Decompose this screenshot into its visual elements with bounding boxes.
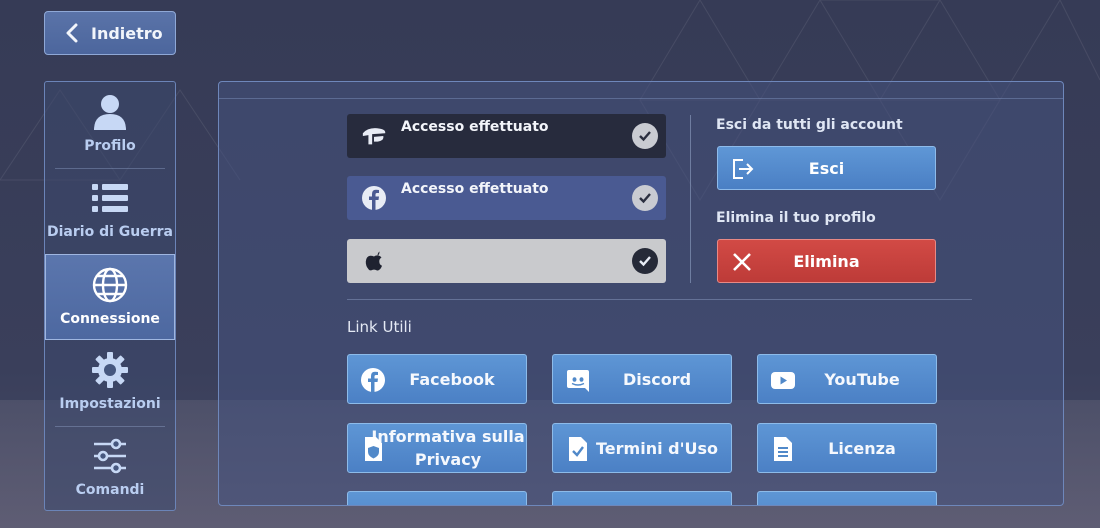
back-button[interactable]: Indietro [44,11,176,55]
close-icon [733,253,751,271]
link-label: YouTube [824,369,900,389]
discord-icon [567,370,589,392]
link-button-partial[interactable] [757,491,937,505]
sidebar: Profilo Diario di Guerra Connessione Imp… [44,81,176,511]
logout-icon [733,159,754,179]
sidebar-item-comandi[interactable]: Comandi [45,426,175,512]
account-row-game: Accesso effettuato [347,114,666,158]
vertical-divider [690,115,691,283]
back-button-label: Indietro [91,23,163,43]
youtube-icon [771,372,795,389]
sidebar-item-label: Comandi [75,482,145,498]
facebook-link-button[interactable]: Facebook [347,354,527,404]
gear-icon [90,350,130,390]
terms-link-button[interactable]: Termini d'Uso [552,423,732,473]
delete-button[interactable]: Elimina [717,239,936,283]
privacy-shield-icon [365,437,382,461]
panel-top-divider [219,98,1063,99]
sidebar-item-label: Impostazioni [59,396,161,412]
license-link-button[interactable]: Licenza [757,423,937,473]
horizontal-divider [347,299,972,300]
delete-profile-label: Elimina il tuo profilo [716,210,876,226]
document-check-icon [569,437,587,461]
apple-icon [361,248,387,274]
check-icon [632,185,658,211]
facebook-icon [361,185,387,211]
delete-button-label: Elimina [793,251,860,271]
game-logo-icon [361,123,387,149]
sidebar-item-profilo[interactable]: Profilo [45,82,175,168]
sliders-icon [90,436,130,476]
connection-panel: Accesso effettuato Accesso effettuato Es… [218,81,1064,506]
sidebar-item-label: Profilo [84,138,136,154]
sidebar-item-connessione[interactable]: Connessione [45,254,175,340]
facebook-icon [361,368,385,392]
check-icon [632,123,658,149]
link-button-partial[interactable] [347,491,527,505]
discord-link-button[interactable]: Discord [552,354,732,404]
sidebar-item-label: Diario di Guerra [47,224,173,240]
document-icon [774,437,792,461]
logout-label: Esci da tutti gli account [716,117,903,133]
logout-button[interactable]: Esci [717,146,936,190]
check-icon [632,248,658,274]
link-label: Discord [622,369,692,389]
sidebar-item-impostazioni[interactable]: Impostazioni [45,340,175,426]
sidebar-item-label: Connessione [60,311,160,327]
link-label: Licenza [828,438,896,458]
sidebar-item-diario-di-guerra[interactable]: Diario di Guerra [45,168,175,254]
globe-icon [90,265,130,305]
chevron-left-icon [66,23,78,43]
list-icon [90,178,130,218]
useful-links-title: Link Utili [347,318,412,336]
account-row-apple [347,239,666,283]
account-status: Accesso effettuato [401,119,549,135]
privacy-link-button[interactable]: Informativa sulla Privacy [347,423,527,473]
youtube-link-button[interactable]: YouTube [757,354,937,404]
link-button-partial[interactable] [552,491,732,505]
user-icon [90,92,130,132]
logout-button-label: Esci [808,158,845,178]
account-row-facebook: Accesso effettuato [347,176,666,220]
link-label: Facebook [409,369,495,389]
account-status: Accesso effettuato [401,181,549,197]
